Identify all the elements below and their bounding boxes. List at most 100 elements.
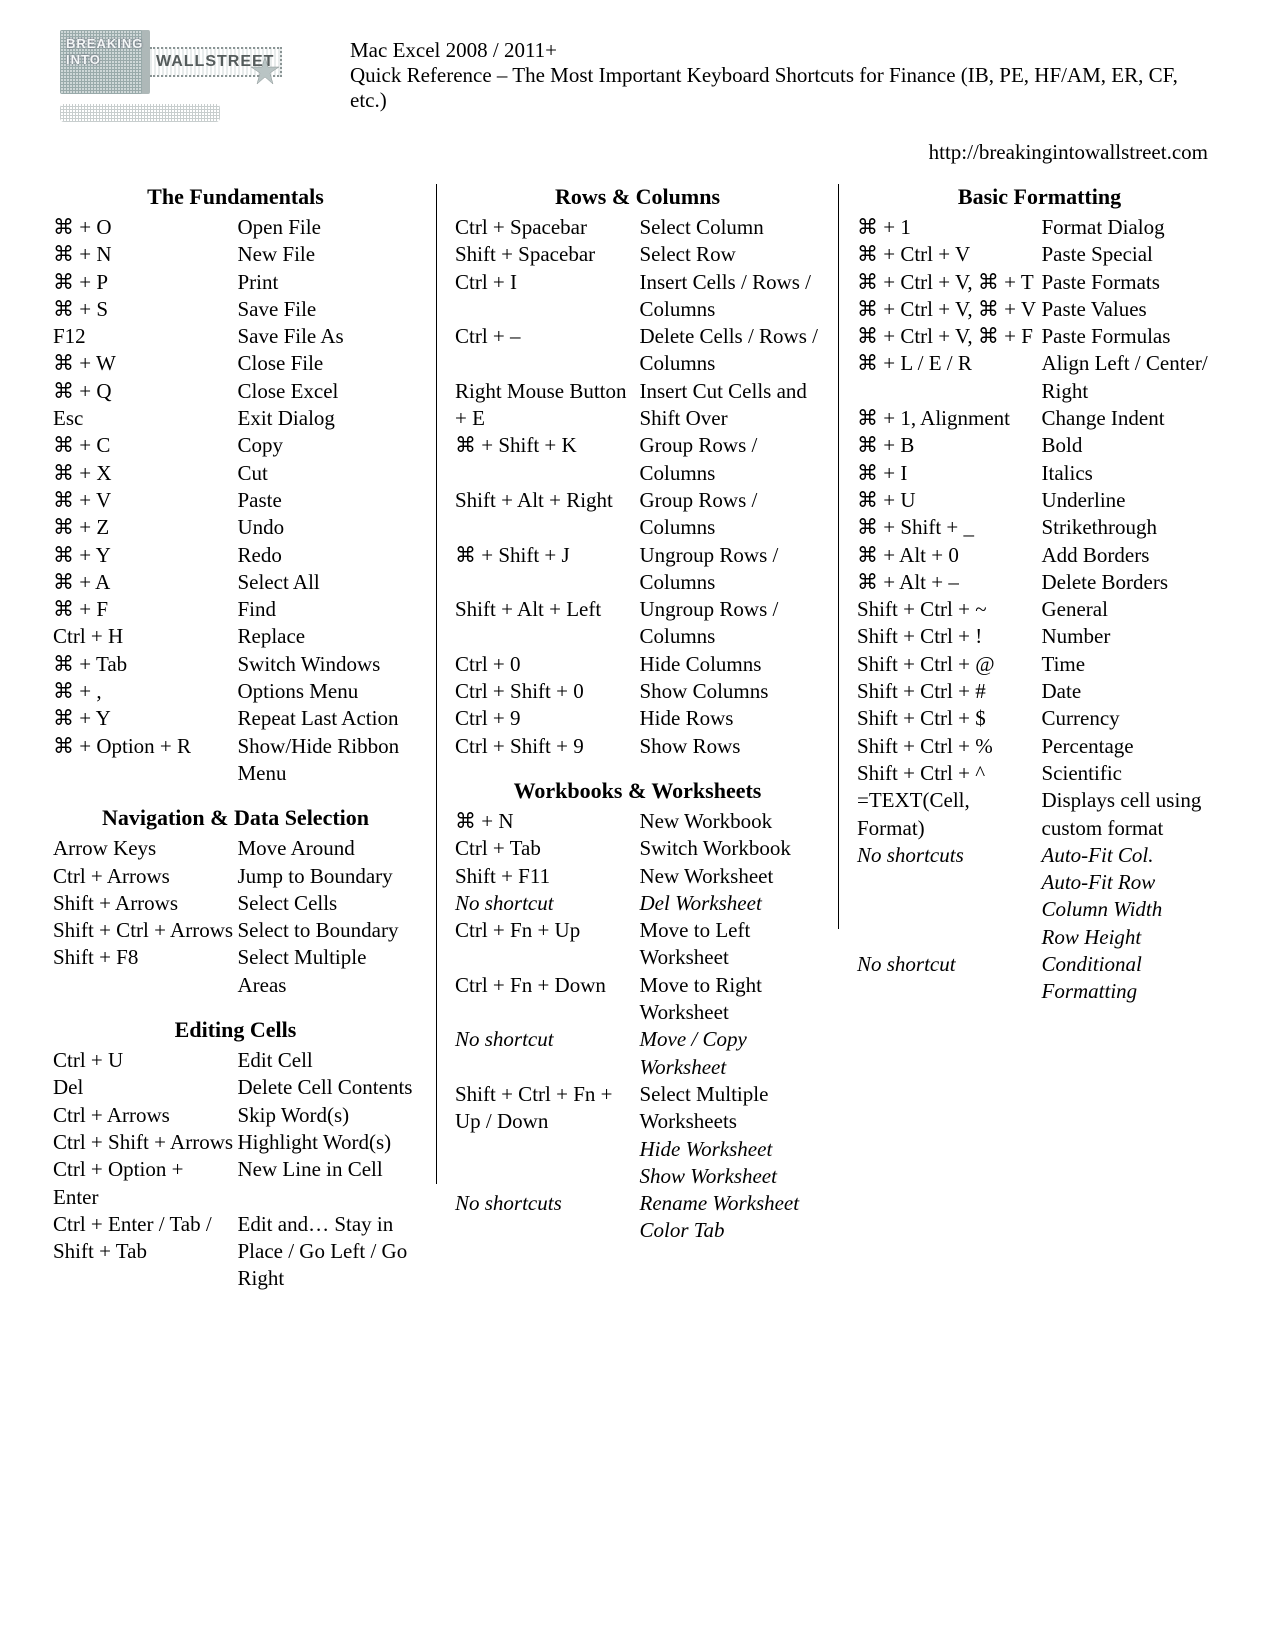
shortcut-key: Ctrl + Fn + Down: [453, 972, 638, 1027]
shortcut-desc: Delete Cells / Rows / Columns: [638, 323, 823, 378]
table-row: Ctrl + ArrowsSkip Word(s): [51, 1102, 420, 1129]
shortcut-desc: Auto-Fit Row: [1040, 869, 1225, 896]
shortcut-key: [855, 924, 1040, 951]
shortcut-key: Shift + Arrows: [51, 890, 236, 917]
shortcut-key: Shift + Ctrl + #: [855, 678, 1040, 705]
table-row: ⌘ + Shift + _Strikethrough: [855, 514, 1224, 541]
shortcut-desc: General: [1040, 596, 1225, 623]
shortcut-desc: Delete Borders: [1040, 569, 1225, 596]
table-row: Shift + ArrowsSelect Cells: [51, 890, 420, 917]
shortcut-desc: Show Rows: [638, 733, 823, 760]
table-row: ⌘ + Ctrl + V, ⌘ + TPaste Formats: [855, 269, 1224, 296]
shortcut-key: ⌘ + O: [51, 214, 236, 241]
shortcut-key: =TEXT(Cell, Format): [855, 787, 1040, 842]
column-3: Basic Formatting⌘ + 1Format Dialog⌘ + Ct…: [839, 180, 1240, 1610]
shortcut-key: ⌘ + W: [51, 350, 236, 377]
shortcut-table: Ctrl + SpacebarSelect ColumnShift + Spac…: [453, 214, 822, 760]
shortcut-key: ⌘ + X: [51, 460, 236, 487]
table-row: Shift + Ctrl + @Time: [855, 651, 1224, 678]
shortcut-desc: Group Rows / Columns: [638, 432, 823, 487]
star-icon: [250, 56, 280, 86]
shortcut-desc: Close File: [236, 350, 421, 377]
shortcut-desc: Currency: [1040, 705, 1225, 732]
shortcut-desc: Percentage: [1040, 733, 1225, 760]
table-row: ⌘ + TabSwitch Windows: [51, 651, 420, 678]
shortcut-desc: Bold: [1040, 432, 1225, 459]
shortcut-key: Right Mouse Button + E: [453, 378, 638, 433]
table-row: ⌘ + Ctrl + V, ⌘ + VPaste Values: [855, 296, 1224, 323]
table-row: ⌘ + WClose File: [51, 350, 420, 377]
shortcut-desc: Del Worksheet: [638, 890, 823, 917]
shortcut-desc: Auto-Fit Col.: [1040, 842, 1225, 869]
shortcut-key: No shortcuts: [855, 842, 1040, 869]
shortcut-key: ⌘ + Ctrl + V, ⌘ + V: [855, 296, 1040, 323]
table-row: Shift + Ctrl + %Percentage: [855, 733, 1224, 760]
section-title: Navigation & Data Selection: [51, 805, 420, 831]
shortcut-key: Shift + Ctrl + Arrows: [51, 917, 236, 944]
shortcut-desc: Jump to Boundary: [236, 863, 421, 890]
shortcut-key: No shortcut: [453, 890, 638, 917]
column-2: Rows & ColumnsCtrl + SpacebarSelect Colu…: [437, 180, 838, 1610]
shortcut-desc: Skip Word(s): [236, 1102, 421, 1129]
shortcut-key: Shift + F8: [51, 944, 236, 999]
logo-word-into: INTO: [66, 52, 101, 67]
table-row: Ctrl + IInsert Cells / Rows / Columns: [453, 269, 822, 324]
table-row: ⌘ + FFind: [51, 596, 420, 623]
shortcut-key: ⌘ + C: [51, 432, 236, 459]
shortcut-key: Shift + Spacebar: [453, 241, 638, 268]
table-row: Shift + Ctrl + ^Scientific: [855, 760, 1224, 787]
shortcut-key: Ctrl + I: [453, 269, 638, 324]
table-row: No shortcutDel Worksheet: [453, 890, 822, 917]
shortcut-key: ⌘ + Shift + K: [453, 432, 638, 487]
shortcut-key: Shift + Ctrl + Fn + Up / Down: [453, 1081, 638, 1136]
header-line2: Quick Reference – The Most Important Key…: [350, 63, 1215, 113]
table-row: ⌘ + L / E / RAlign Left / Center/ Right: [855, 350, 1224, 405]
shortcut-key: No shortcuts: [453, 1190, 638, 1217]
shortcut-desc: Print: [236, 269, 421, 296]
shortcut-key: Ctrl + Option + Enter: [51, 1156, 236, 1211]
shortcut-desc: Show Columns: [638, 678, 823, 705]
shortcut-key: [453, 1163, 638, 1190]
shortcut-desc: Paste Special: [1040, 241, 1225, 268]
shortcut-desc: Hide Columns: [638, 651, 823, 678]
shortcut-desc: Date: [1040, 678, 1225, 705]
table-row: Shift + SpacebarSelect Row: [453, 241, 822, 268]
table-row: ⌘ + Ctrl + VPaste Special: [855, 241, 1224, 268]
shortcut-key: Shift + Ctrl + !: [855, 623, 1040, 650]
shortcut-key: ⌘ + Shift + _: [855, 514, 1040, 541]
shortcut-key: F12: [51, 323, 236, 350]
shortcut-key: Ctrl + Fn + Up: [453, 917, 638, 972]
table-row: Hide Worksheet: [453, 1136, 822, 1163]
table-row: Show Worksheet: [453, 1163, 822, 1190]
shortcut-desc: Hide Rows: [638, 705, 823, 732]
shortcut-desc: Paste: [236, 487, 421, 514]
logo-bottom-texture: [60, 104, 220, 122]
shortcut-desc: New Line in Cell: [236, 1156, 421, 1211]
table-row: Shift + Ctrl + !Number: [855, 623, 1224, 650]
shortcut-key: ⌘ + Alt + –: [855, 569, 1040, 596]
shortcut-key: Ctrl + 0: [453, 651, 638, 678]
shortcut-desc: Undo: [236, 514, 421, 541]
table-row: ⌘ + NNew Workbook: [453, 808, 822, 835]
shortcut-desc: Move to Right Worksheet: [638, 972, 823, 1027]
shortcut-desc: Open File: [236, 214, 421, 241]
shortcut-desc: Paste Values: [1040, 296, 1225, 323]
shortcut-desc: Move Around: [236, 835, 421, 862]
shortcut-desc: Scientific: [1040, 760, 1225, 787]
shortcut-key: Ctrl + 9: [453, 705, 638, 732]
shortcut-desc: Paste Formats: [1040, 269, 1225, 296]
shortcut-desc: Insert Cells / Rows / Columns: [638, 269, 823, 324]
shortcut-key: No shortcut: [855, 951, 1040, 1006]
table-row: ⌘ + XCut: [51, 460, 420, 487]
shortcut-key: ⌘ + U: [855, 487, 1040, 514]
shortcut-desc: Move / Copy Worksheet: [638, 1026, 823, 1081]
shortcut-key: Esc: [51, 405, 236, 432]
shortcut-desc: Options Menu: [236, 678, 421, 705]
shortcut-desc: New Workbook: [638, 808, 823, 835]
shortcut-desc: Underline: [1040, 487, 1225, 514]
table-row: ⌘ + Shift + KGroup Rows / Columns: [453, 432, 822, 487]
shortcut-key: ⌘ + F: [51, 596, 236, 623]
shortcut-key: Shift + Ctrl + ~: [855, 596, 1040, 623]
shortcut-key: Shift + Ctrl + $: [855, 705, 1040, 732]
table-row: ⌘ + QClose Excel: [51, 378, 420, 405]
